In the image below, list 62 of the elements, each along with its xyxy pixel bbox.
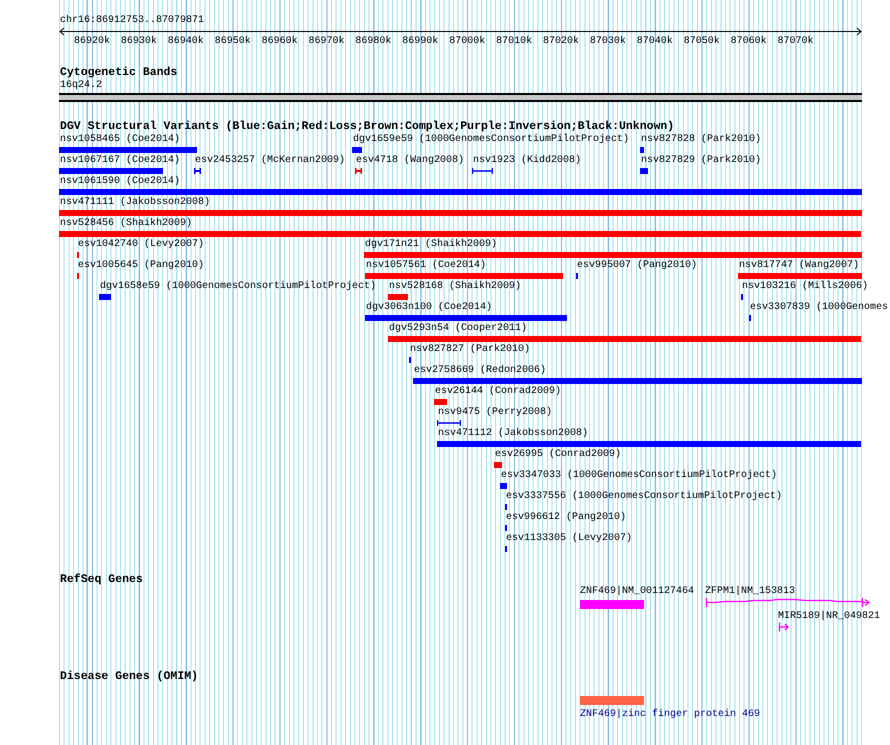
disease-label: ZNF469|zinc finger protein 469 (580, 709, 760, 721)
track-title: RefSeq Genes (60, 574, 143, 586)
variant-label: nsv471111 (Jakobsson2008) (60, 197, 210, 209)
range-label: chr16:86912753..87079871 (60, 15, 204, 27)
track-title: Disease Genes (OMIM) (60, 671, 198, 683)
variant-label: nsv9475 (Perry2008) (438, 407, 552, 419)
variant-label: esv1133305 (Levy2007) (506, 533, 632, 545)
band-label: 16q24.2 (60, 80, 102, 92)
gene-label: MIR5189|NR_049821 (778, 611, 880, 623)
variant-label: nsv1061590 (Coe2014) (60, 176, 180, 188)
variant-label: nsv471112 (Jakobsson2008) (438, 428, 588, 440)
variant-label: esv26144 (Conrad2009) (435, 386, 562, 398)
variant-label: nsv1923 (Kidd2008) (473, 155, 582, 167)
tick-label: 87050k (684, 36, 720, 48)
gene-label: ZNF469|NM_001127464 (580, 586, 694, 598)
tick-label: 87040k (636, 36, 673, 48)
tick-label: 86990k (402, 36, 438, 48)
variant-label: nsv827827 (Park2010) (410, 344, 530, 356)
variant-label: nsv1067167 (Coe2014) (60, 155, 180, 167)
variant-label: esv4718 (Wang2008) (356, 155, 464, 167)
variant-label: esv3337556 (1000GenomesConsortiumPilotProject) (506, 491, 782, 503)
variant-label: nsv103216 (Mills2006) (742, 281, 868, 293)
tick-label: 86920k (74, 36, 110, 48)
variant-label: nsv1058465 (Coe2014) (60, 134, 180, 146)
variant-label: dgv5293n54 (Cooper2011) (389, 323, 528, 335)
variant-label: esv3307839 (1000Genomes (750, 302, 888, 314)
variant-label: esv26995 (Conrad2009) (495, 449, 622, 461)
tick-label: 87070k (778, 36, 814, 48)
track-title: DGV Structural Variants (Blue:Gain;Red:Loss;Brown:Complex;Purple:Inversion;Black:Unknown) (60, 121, 674, 133)
tick-label: 87030k (590, 36, 626, 48)
tick-label: 87020k (543, 36, 580, 48)
variant-label: nsv827829 (Park2010) (641, 155, 762, 167)
variant-label: nsv817747 (Wang2007) (739, 260, 860, 272)
tick-label: 86960k (262, 36, 298, 48)
variant-label: dgv1658e59 (1000GenomesConsortiumPilotProject) (100, 281, 376, 293)
variant-label: nsv1057561 (Coe2014) (366, 260, 486, 272)
gene-arrow-drawing (778, 622, 790, 632)
variant-label: esv1042740 (Levy2007) (78, 239, 204, 251)
variant-label: dgv171n21 (Shaikh2009) (365, 239, 498, 251)
gene-label: ZFPM1|NM_153813 (705, 586, 796, 598)
variant-label: esv2758669 (Redon2006) (414, 365, 546, 377)
tick-label: 87010k (496, 36, 532, 48)
tick-label: 86950k (214, 36, 251, 48)
variant-label: esv1005645 (Pang2010) (78, 260, 204, 272)
tick-label: 86970k (308, 36, 345, 48)
tick-label: 86980k (355, 36, 392, 48)
tick-label: 87060k (730, 36, 767, 48)
variant-label: nsv528456 (Shaikh2009) (60, 218, 192, 230)
variant-label: esv2453257 (McKernan2009) (195, 155, 346, 167)
tick-label: 87000k (449, 36, 486, 48)
variant-label: esv3347033 (1000GenomesConsortiumPilotProject) (501, 470, 778, 482)
variant-label: nsv528168 (Shaikh2009) (389, 281, 522, 293)
gene-bar (580, 600, 644, 609)
variant-label: esv996612 (Pang2010) (506, 512, 626, 524)
disease-bar (580, 696, 644, 705)
variant-label: dgv3063n100 (Coe2014) (366, 302, 492, 314)
variant-label: esv995007 (Pang2010) (577, 260, 698, 272)
variant-label: dgv1659e59 (1000GenomesConsortiumPilotProject) (353, 134, 630, 146)
variant-label: nsv827828 (Park2010) (641, 134, 762, 146)
tick-label: 86930k (120, 36, 157, 48)
tick-label: 86940k (168, 36, 204, 48)
track-title: Cytogenetic Bands (60, 67, 178, 79)
